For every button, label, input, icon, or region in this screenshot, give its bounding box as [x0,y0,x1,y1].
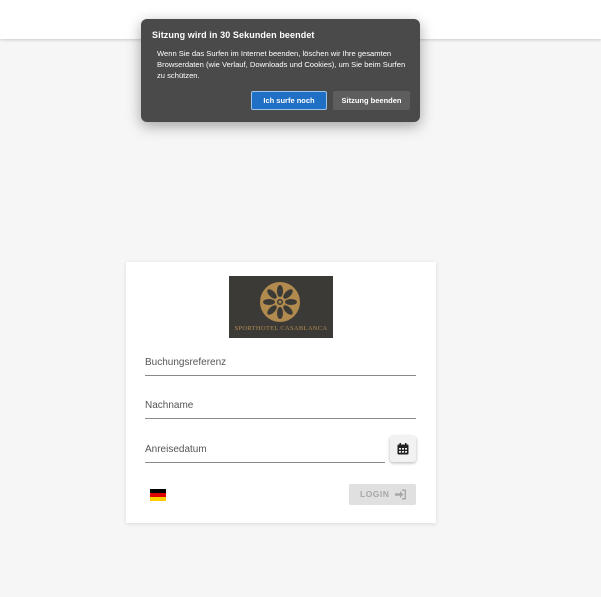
end-session-button[interactable]: Sitzung beenden [333,91,410,110]
edelweiss-emblem-icon [260,282,300,322]
arrival-date-field[interactable]: Anreisedatum [145,441,385,463]
german-flag-icon[interactable] [150,489,166,501]
login-label: LOGIN [360,489,390,499]
hotel-logo: SPORTHOTEL CASABLANCA [229,276,333,338]
calendar-button[interactable] [390,436,416,462]
session-timeout-dialog: Sitzung wird in 30 Sekunden beendet Wenn… [141,19,420,122]
calendar-icon [397,443,409,455]
sign-in-icon [395,489,406,500]
lastname-field[interactable]: Nachname [145,397,416,419]
login-button[interactable]: LOGIN [349,484,416,505]
booking-reference-field[interactable]: Buchungsreferenz [145,354,416,376]
dialog-message: Wenn Sie das Surfen im Internet beenden,… [157,49,406,80]
lastname-label: Nachname [145,400,194,411]
continue-browsing-button[interactable]: Ich surfe noch [251,91,327,110]
logo-text: SPORTHOTEL CASABLANCA [234,325,328,332]
login-card: SPORTHOTEL CASABLANCA Buchungsreferenz N… [126,262,436,523]
arrival-date-label: Anreisedatum [145,444,207,455]
dialog-title: Sitzung wird in 30 Sekunden beendet [152,30,315,40]
booking-reference-label: Buchungsreferenz [145,357,227,368]
